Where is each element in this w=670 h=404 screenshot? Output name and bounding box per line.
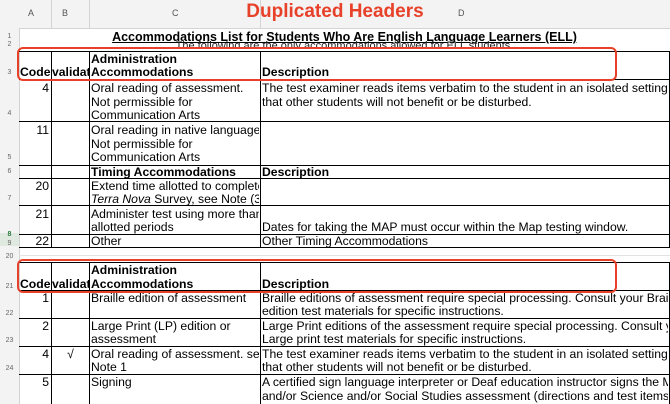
cell-code[interactable]: 5 [20,374,49,390]
duplicated-header-highlight [17,47,617,81]
cell-code[interactable]: 4 [20,80,49,96]
cell-description[interactable]: that other students will not benefit or … [262,94,668,110]
row-header-bar: 1 2 3 4 5 6 7 8 9 20 21 22 23 24 [0,28,20,404]
row-number[interactable]: 23 [0,337,19,344]
cell-code[interactable]: 21 [20,206,49,222]
row-number[interactable]: 20 [0,253,19,260]
row-number[interactable]: 8 [0,231,19,238]
cell-accommodation[interactable]: Communication Arts [91,107,259,123]
row-number[interactable]: 24 [0,365,19,372]
terra-nova-text: Terra Nova [91,192,151,206]
row-number[interactable]: 6 [0,168,19,175]
survey-note-text: Survey, see Note (3) [150,192,259,206]
row-number[interactable]: 7 [0,195,19,202]
duplicated-header-highlight [17,259,617,293]
cell-description[interactable]: that other students will not benefit or … [262,359,668,375]
cell-accommodation[interactable]: Signing [91,374,259,390]
cell-code[interactable]: 11 [20,122,49,138]
cell-code[interactable]: 20 [20,178,49,194]
row-number[interactable]: 2 [0,41,19,48]
cell-accommodation[interactable]: Communication Arts [91,149,259,165]
row-number[interactable]: 5 [0,154,19,161]
cell-accommodation[interactable]: assessment [91,331,259,347]
row-number[interactable]: 4 [0,110,19,117]
cell-accommodation[interactable]: Note 1 [91,359,259,375]
cell-code[interactable]: 2 [20,318,49,334]
cell-accommodation[interactable]: Terra Nova Survey, see Note (3) [91,191,259,207]
cell-description[interactable]: Large print test materials for specific … [262,331,668,347]
cell-description[interactable]: Other Timing Accommodations [262,233,668,249]
row-number[interactable]: 22 [0,310,19,317]
cell-accommodation[interactable]: Other [91,233,259,249]
row-number[interactable]: 9 [0,240,19,247]
timing-description-header[interactable]: Description [262,164,667,180]
cell-description[interactable]: edition test materials for specific inst… [262,303,668,319]
cell-code[interactable]: 22 [20,233,49,249]
cell-code[interactable]: 4 [20,346,49,362]
row-number[interactable]: 1 [0,33,19,40]
cell-description[interactable]: and/or Science and/or Social Studies ass… [262,388,668,404]
annotation-title: Duplicated Headers [246,1,424,22]
validate-checkmark[interactable]: √ [52,346,89,362]
